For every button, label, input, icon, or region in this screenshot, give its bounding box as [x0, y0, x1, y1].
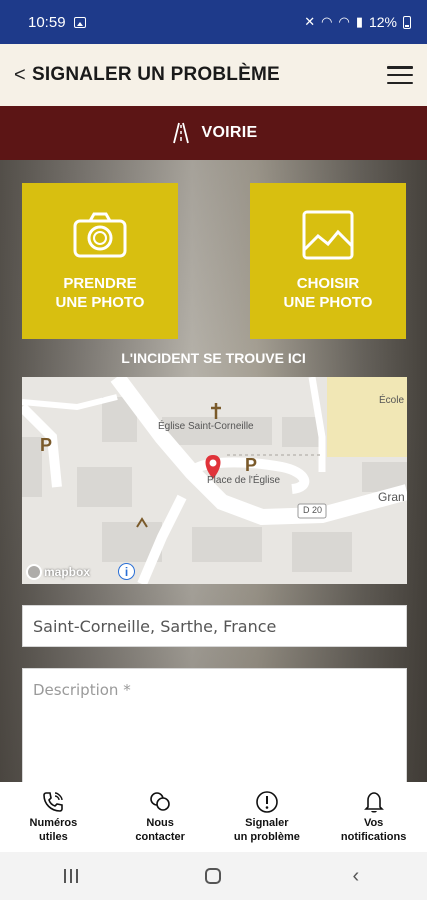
gallery-notification-icon	[73, 16, 86, 28]
incident-map[interactable]: Église Saint-Corneille Place de l'Église…	[22, 377, 407, 584]
nav-useful-numbers-line2: utiles	[39, 831, 68, 843]
map-label-road: D 20	[303, 505, 323, 515]
nav-contact-us-line1: Nous	[146, 817, 174, 829]
incident-location-label: L'INCIDENT SE TROUVE ICI	[121, 350, 306, 366]
nav-contact-us[interactable]: Nous contacter	[107, 782, 214, 852]
choose-photo-button[interactable]: CHOISIR UNE PHOTO	[250, 183, 406, 339]
status-time-group: 10:59	[28, 14, 86, 31]
map-label-ecole: École	[379, 395, 405, 406]
status-indicators: ✕ ◠ ◠ ▮ 12%	[304, 14, 411, 30]
mapbox-logo[interactable]: mapbox	[26, 564, 90, 580]
description-placeholder: Description *	[33, 681, 131, 699]
report-form: PRENDRE UNE PHOTO CHOISIR UNE PHOTO L'IN…	[0, 160, 427, 782]
bottom-navigation: Numéros utiles Nous contacter Signaler u…	[0, 782, 427, 852]
location-input[interactable]: Saint-Corneille, Sarthe, France	[22, 605, 407, 647]
page-title: SIGNALER UN PROBLÈME	[32, 64, 280, 85]
nav-useful-numbers-line1: Numéros	[29, 817, 78, 829]
back-button[interactable]: <	[14, 64, 32, 87]
home-button[interactable]	[193, 868, 233, 884]
category-banner: VOIRIE	[0, 106, 427, 160]
recent-apps-icon[interactable]	[51, 869, 91, 883]
hamburger-menu-icon[interactable]	[387, 66, 413, 84]
bell-icon	[363, 792, 384, 813]
chat-icon	[150, 792, 170, 811]
camera-icon	[73, 212, 127, 258]
take-photo-label-line1: PRENDRE	[63, 275, 137, 292]
battery-icon	[403, 15, 411, 29]
status-time: 10:59	[28, 13, 66, 31]
system-back-icon[interactable]: ‹	[336, 865, 376, 888]
info-icon[interactable]: i	[118, 563, 135, 580]
take-photo-button[interactable]: PRENDRE UNE PHOTO	[22, 183, 178, 339]
system-navigation-bar: ‹	[0, 852, 427, 900]
mapbox-attribution: mapbox	[44, 565, 91, 579]
choose-photo-label-line2: UNE PHOTO	[283, 294, 373, 311]
description-textarea[interactable]: Description *	[22, 668, 407, 782]
status-bar: 10:59 ✕ ◠ ◠ ▮ 12%	[0, 0, 427, 44]
nav-contact-us-line2: contacter	[135, 831, 185, 843]
wifi-call-icon: ◠	[338, 14, 350, 29]
nav-notifications-line2: notifications	[340, 831, 407, 843]
parking-icon: P	[245, 455, 258, 475]
phone-icon	[43, 792, 64, 812]
road-icon	[173, 122, 190, 144]
alert-icon	[256, 791, 278, 813]
nav-notifications[interactable]: Vos notifications	[320, 782, 427, 852]
app-header: < SIGNALER UN PROBLÈME	[0, 44, 427, 106]
wifi-icon: ◠	[321, 14, 333, 29]
mute-icon: ✕	[304, 14, 316, 29]
mapbox-circle-icon	[26, 564, 42, 580]
parking-icon: P	[40, 435, 53, 455]
nav-notifications-line1: Vos	[363, 817, 384, 829]
map-label-place: Place de l'Église	[207, 475, 281, 486]
nav-report-problem[interactable]: Signaler un problème	[214, 782, 321, 852]
map-label-church: Église Saint-Corneille	[158, 421, 254, 432]
home-icon	[205, 868, 222, 884]
image-icon	[302, 210, 354, 260]
nav-report-problem-line2: un problème	[233, 831, 300, 843]
signal-icon: ▮	[355, 14, 363, 29]
category-label: VOIRIE	[201, 124, 258, 141]
battery-percent: 12%	[368, 14, 397, 30]
choose-photo-label-line1: CHOISIR	[296, 275, 360, 292]
take-photo-label-line2: UNE PHOTO	[55, 294, 145, 311]
nav-useful-numbers[interactable]: Numéros utiles	[0, 782, 107, 852]
map-label-street: Gran	[378, 490, 405, 504]
nav-report-problem-line1: Signaler	[245, 817, 289, 829]
